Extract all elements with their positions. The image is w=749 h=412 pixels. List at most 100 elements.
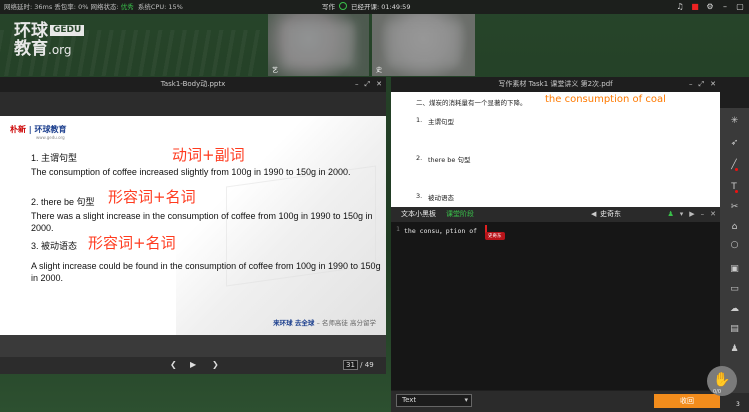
minimize-icon[interactable]: – bbox=[689, 77, 693, 92]
video-student[interactable]: 史 bbox=[372, 14, 475, 76]
editor-tabs: 文本小黑板 课堂阶段 ◀ 史奇东 ♟ ▾ ▶ – ✕ bbox=[391, 207, 720, 222]
minimize-icon[interactable]: – bbox=[355, 77, 359, 92]
people-icon[interactable]: ♟ bbox=[720, 342, 749, 356]
ppt-window: Task1-Body动.pptx – ⤢ ✕ 朴新 | 环球教育 www.gedu.o… bbox=[0, 77, 386, 374]
logo-left: 朴新 bbox=[10, 125, 26, 134]
dropdown-icon[interactable]: ▾ bbox=[680, 207, 684, 222]
maximize-icon[interactable]: ▢ bbox=[735, 2, 745, 12]
logo-text-line2: 教育 bbox=[14, 39, 48, 59]
pdf-titlebar: 写作素材 Task1 课堂讲义 第2次.pdf – ⤢ ✕ bbox=[391, 77, 720, 92]
paragraph-1: The consumption of coffee increased slig… bbox=[31, 167, 351, 177]
minimize-icon[interactable]: – bbox=[701, 207, 705, 222]
raise-hand-button[interactable]: ✋ 0/0 bbox=[707, 366, 737, 396]
heading-1: 1. 主谓句型 bbox=[31, 153, 78, 163]
heading-3: 3. 被动语态 bbox=[31, 241, 78, 251]
pen-icon[interactable]: ╱ bbox=[720, 158, 749, 172]
play-icon[interactable]: ▶ bbox=[190, 360, 196, 369]
laser-pointer-icon[interactable]: ✳ bbox=[720, 114, 749, 128]
heading-2: 2. there be 句型 bbox=[31, 197, 95, 207]
text-editor[interactable]: 1 the consu，ption of 史奇东 bbox=[391, 222, 720, 390]
footer-sub: – 名师高徒 高分留学 bbox=[316, 319, 376, 327]
hand-count: 0/0 bbox=[713, 389, 722, 395]
tab-stage[interactable]: 课堂阶段 bbox=[446, 207, 474, 222]
pdf-item: 被动语态 bbox=[428, 194, 454, 202]
shape-icon[interactable]: ○ bbox=[720, 238, 749, 252]
page-current[interactable]: 31 bbox=[343, 360, 358, 370]
expand-icon[interactable]: ⤢ bbox=[365, 77, 371, 92]
line-number: 1 bbox=[396, 225, 400, 233]
logo-badge: GEDU bbox=[50, 25, 85, 36]
ppt-navigation: ❮ ▶ ❯ 31 / 49 bbox=[0, 357, 386, 374]
mode-select-value: Text bbox=[402, 396, 417, 404]
mode-label: 写作 bbox=[322, 3, 335, 11]
page-indicator: 31 / 49 bbox=[343, 360, 374, 370]
logo-right: 环球教育 bbox=[34, 125, 67, 134]
image-icon[interactable]: ▣ bbox=[720, 262, 749, 276]
record-icon[interactable]: ■ bbox=[690, 2, 700, 12]
gear-icon[interactable]: ⚙ bbox=[705, 2, 715, 12]
red-dot-icon bbox=[734, 168, 738, 171]
cam-name: 艺 bbox=[272, 67, 279, 74]
select-cursor-icon[interactable]: ➶ bbox=[720, 136, 749, 150]
chevron-down-icon: ▾ bbox=[464, 396, 468, 404]
blurred-face bbox=[282, 22, 355, 68]
status-bar: 网络延时: 36ms 丢包率: 0% 网络状态: 优秀 系统CPU: 15% 写… bbox=[0, 0, 749, 14]
pdf-item-no: 3. bbox=[416, 192, 423, 200]
annotation-coal: the consumption of coal bbox=[545, 94, 666, 105]
expand-icon[interactable]: ⤢ bbox=[699, 77, 705, 92]
pdf-item-no: 1. bbox=[416, 116, 423, 124]
prev-page-icon[interactable]: ❮ bbox=[170, 360, 177, 369]
close-icon[interactable]: ✕ bbox=[710, 77, 716, 92]
slide-footer: 来环球 去全球 – 名师高徒 高分留学 bbox=[273, 317, 376, 327]
logo: 环球 GEDU 教育.org bbox=[14, 21, 85, 59]
pdf-item: there be 句型 bbox=[428, 156, 471, 164]
annotation-3: 形容词+名词 bbox=[88, 234, 176, 252]
pdf-window: 写作素材 Task1 课堂讲义 第2次.pdf – ⤢ ✕ 二、煤炭的消耗量有一个显… bbox=[391, 77, 720, 207]
close-icon[interactable]: ✕ bbox=[376, 77, 382, 92]
screen-icon[interactable]: ▭ bbox=[720, 282, 749, 296]
network-state: 优秀 bbox=[120, 3, 134, 11]
next-user-icon[interactable]: ▶ bbox=[689, 207, 694, 222]
annotation-2: 形容词+名词 bbox=[108, 188, 196, 206]
briefcase-icon[interactable]: ▤ bbox=[720, 322, 749, 336]
prev-user-icon[interactable]: ◀ bbox=[591, 207, 596, 222]
editor-user: 史奇东 bbox=[600, 210, 621, 218]
editor-text[interactable]: the consu，ption of bbox=[404, 225, 477, 235]
mode-select[interactable]: Text ▾ bbox=[396, 394, 472, 407]
eraser-icon[interactable]: ⌂ bbox=[720, 220, 749, 234]
cursor-tag: 史奇东 bbox=[485, 232, 505, 240]
editor-bottom-bar: Text ▾ 收回 bbox=[391, 391, 749, 412]
slide: 朴新 | 环球教育 www.gedu.org 1. 主谓句型 The consum… bbox=[0, 116, 386, 335]
minimize-icon[interactable]: – bbox=[720, 2, 730, 12]
slide-logo: 朴新 | 环球教育 www.gedu.org bbox=[10, 125, 67, 140]
user-icon[interactable]: ♟ bbox=[667, 207, 673, 222]
ppt-toolbar-area bbox=[0, 92, 386, 116]
clock-icon bbox=[339, 2, 347, 10]
footer-main: 来环球 去全球 bbox=[273, 319, 315, 327]
logo-sub: www.gedu.org bbox=[36, 135, 65, 140]
close-icon[interactable]: ✕ bbox=[710, 207, 716, 222]
right-edge bbox=[720, 77, 749, 108]
annotation-1: 动词+副词 bbox=[172, 146, 245, 164]
participant-count: 3 bbox=[736, 401, 740, 408]
scissors-icon[interactable]: ✂ bbox=[720, 200, 749, 214]
retract-button[interactable]: 收回 bbox=[654, 394, 720, 408]
tab-notepad[interactable]: 文本小黑板 bbox=[401, 207, 436, 222]
text-tool-icon[interactable]: T bbox=[720, 180, 749, 194]
side-toolbar: ✳ ➶ ╱ T ✂ ⌂ ○ ▣ ▭ ☁ ▤ ♟ bbox=[720, 108, 749, 393]
class-timer: 已经开课: 01:49:59 bbox=[351, 3, 411, 11]
text-board-window: 文本小黑板 课堂阶段 ◀ 史奇东 ♟ ▾ ▶ – ✕ 1 the consu，ption… bbox=[391, 207, 720, 391]
bell-icon[interactable]: ♫ bbox=[675, 2, 685, 12]
pdf-title: 写作素材 Task1 课堂讲义 第2次.pdf bbox=[498, 80, 613, 88]
cpu-usage: 系统CPU: 15% bbox=[137, 3, 183, 11]
video-teacher[interactable]: 艺 bbox=[268, 14, 369, 76]
paragraph-2: There was a slight increase in the consu… bbox=[31, 211, 373, 233]
pdf-item: 主谓句型 bbox=[428, 118, 454, 126]
logo-text: 环球 bbox=[14, 21, 48, 41]
pdf-line: 二、煤炭的消耗量有一个显著的下降。 bbox=[416, 99, 527, 107]
network-metrics: 网络延时: 36ms 丢包率: 0% 网络状态: bbox=[4, 3, 119, 11]
red-dot-icon bbox=[734, 190, 738, 193]
next-page-icon[interactable]: ❯ bbox=[212, 360, 219, 369]
ppt-title: Task1-Body动.pptx bbox=[160, 80, 226, 88]
cloud-icon[interactable]: ☁ bbox=[720, 302, 749, 316]
